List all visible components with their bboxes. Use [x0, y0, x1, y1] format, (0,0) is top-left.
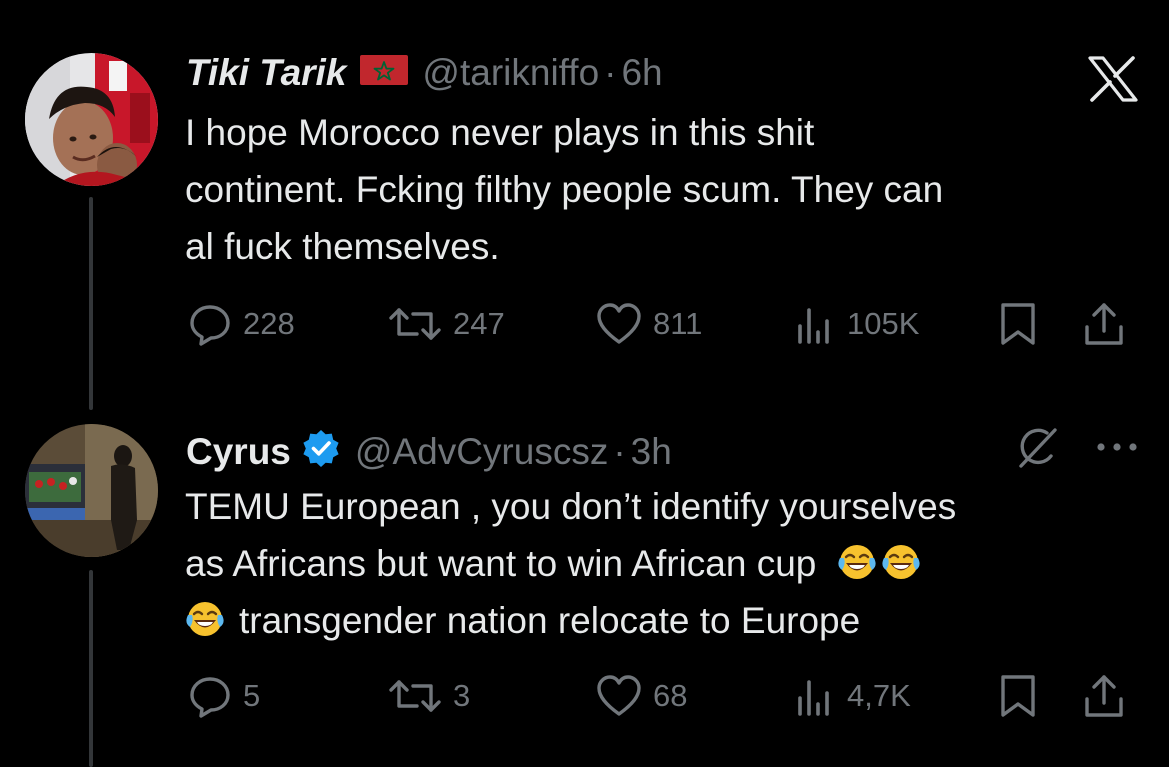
tweet-text-line: continent. Fcking filthy people scum. Th…	[185, 169, 944, 210]
like-button[interactable]: 68	[595, 672, 687, 720]
more-icon[interactable]	[1095, 440, 1139, 458]
repost-button[interactable]: 3	[387, 672, 470, 720]
views-count: 105K	[847, 306, 920, 341]
heart-icon	[597, 675, 641, 716]
author-name[interactable]: Cyrus	[186, 433, 291, 470]
reply-button[interactable]: 5	[187, 672, 260, 720]
avatar-cyrus[interactable]	[25, 424, 158, 557]
grok-icon[interactable]	[1013, 424, 1061, 475]
tweet-text: TEMU European , you don’t identify yours…	[185, 478, 956, 649]
reply-count: 228	[243, 306, 295, 341]
reply-icon	[190, 677, 230, 718]
repost-count: 3	[453, 678, 471, 713]
repost-icon	[389, 308, 441, 340]
author-name[interactable]: Tiki Tarik	[186, 54, 346, 91]
share-icon	[1085, 675, 1123, 717]
separator: ·	[604, 52, 617, 93]
like-button[interactable]: 811	[595, 300, 702, 348]
reply-button[interactable]: 228	[187, 300, 295, 348]
face-with-tears-of-joy-icon	[837, 541, 877, 581]
tweet-text-line: TEMU European , you don’t identify yours…	[185, 478, 956, 535]
face-with-tears-of-joy-icon	[185, 598, 225, 638]
repost-count: 247	[453, 306, 505, 341]
views-button[interactable]: 105K	[795, 300, 919, 348]
repost-icon	[389, 680, 441, 712]
timeline: Tiki Tarik @tarikniffo · 6h I hope Moroc…	[0, 0, 1169, 767]
tweet-header: Cyrus @AdvCyruscsz · 3h	[186, 428, 672, 474]
views-button[interactable]: 4,7K	[795, 672, 911, 720]
like-count: 68	[653, 678, 688, 713]
verified-badge-icon	[301, 428, 341, 474]
bookmark-icon	[1001, 675, 1035, 717]
x-logo-icon[interactable]	[1087, 56, 1139, 107]
text-segment: transgender nation relocate to Europe	[239, 600, 861, 641]
bookmark-icon	[1001, 303, 1035, 345]
like-count: 811	[653, 306, 703, 341]
text-segment: TEMU European , you don’t identify yours…	[185, 486, 957, 527]
separator: ·	[613, 430, 626, 472]
author-handle[interactable]: @AdvCyruscsz	[355, 433, 608, 470]
tweet-text: I hope Morocco never plays in this shit …	[185, 104, 943, 275]
tweet-text-line: transgender nation relocate to Europe	[185, 592, 956, 649]
reply-count: 5	[243, 678, 261, 713]
tweet-text-line: as Africans but want to win African cup	[185, 535, 956, 592]
tweet-actions: 228 247 811 105K	[185, 300, 1135, 348]
share-icon	[1085, 303, 1123, 345]
repost-button[interactable]: 247	[387, 300, 505, 348]
views-icon	[798, 308, 829, 344]
tweet-actions: 5 3 68 4,7K	[185, 672, 1135, 720]
share-button[interactable]	[1083, 300, 1125, 348]
views-icon	[798, 680, 829, 716]
author-handle[interactable]: @tarikniffo	[422, 54, 599, 91]
avatar-tiki-tarik[interactable]	[25, 53, 158, 186]
thread-line	[89, 570, 93, 767]
reply-icon	[190, 305, 230, 346]
avatar-image	[25, 53, 158, 186]
tweet-time[interactable]: 6h	[621, 54, 662, 91]
text-segment: as Africans but want to win African cup	[185, 543, 817, 584]
face-with-tears-of-joy-icon	[881, 541, 921, 581]
views-count: 4,7K	[847, 678, 911, 713]
heart-icon	[597, 303, 641, 344]
tweet-time[interactable]: 3h	[631, 433, 672, 470]
thread-line	[89, 197, 93, 410]
tweet-text-line: I hope Morocco never plays in this shit	[185, 112, 815, 153]
tweet-header: Tiki Tarik @tarikniffo · 6h	[186, 54, 663, 91]
morocco-flag-icon	[360, 54, 409, 91]
share-button[interactable]	[1083, 672, 1125, 720]
bookmark-button[interactable]	[999, 300, 1037, 348]
bookmark-button[interactable]	[999, 672, 1037, 720]
avatar-image	[25, 424, 158, 557]
tweet-text-line: al fuck themselves.	[185, 226, 500, 267]
